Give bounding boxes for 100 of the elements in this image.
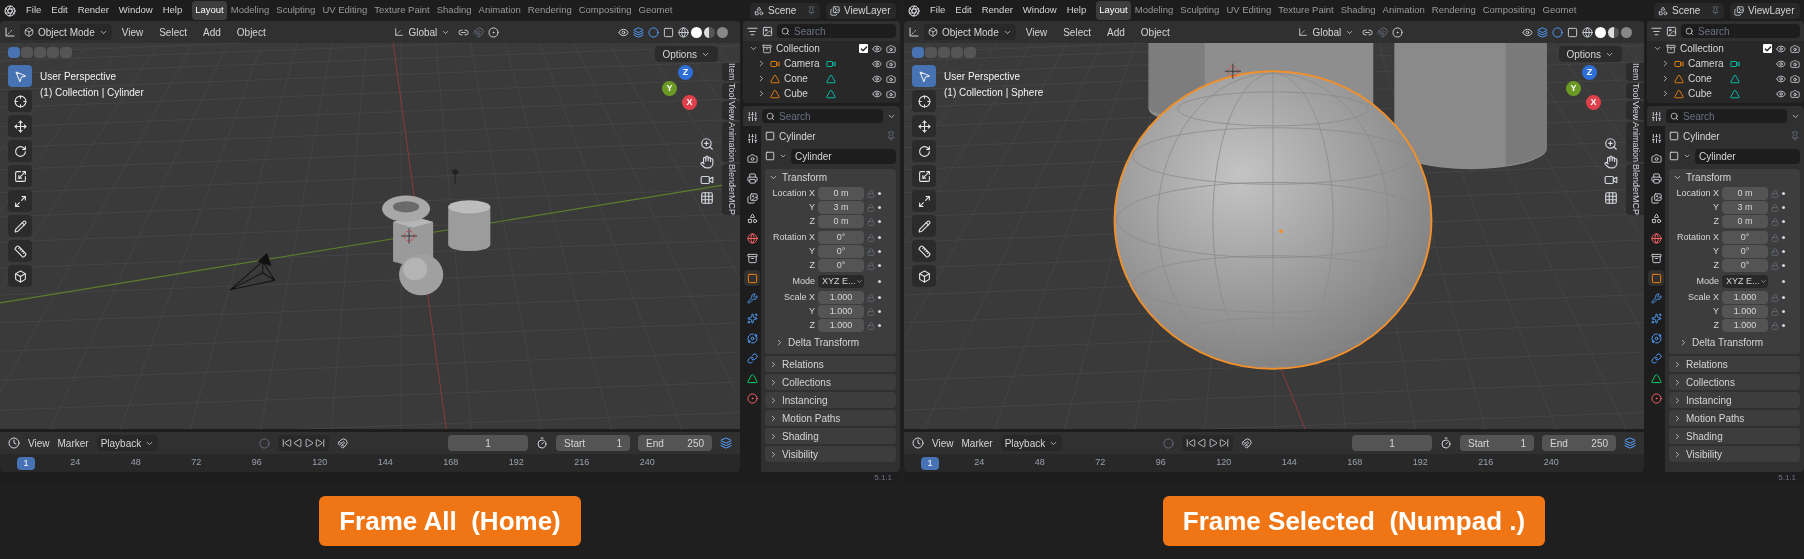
hand-icon[interactable] [700, 155, 714, 169]
properties-tab[interactable] [1648, 330, 1664, 346]
workspace-tab[interactable]: Layout [1096, 1, 1131, 20]
sidebar-tab[interactable]: BlenderMCP [1626, 164, 1644, 216]
menu-item[interactable]: Add [197, 24, 227, 40]
workspace-tab[interactable]: Geomet [635, 1, 676, 20]
number-field[interactable]: 0° [818, 245, 864, 258]
number-field[interactable]: 1.000 [1722, 319, 1768, 332]
panel-header[interactable]: Shading [1669, 428, 1800, 444]
current-frame-marker[interactable]: 1 [921, 456, 939, 470]
outliner-row[interactable]: Cube [743, 86, 900, 101]
tool-button[interactable] [8, 240, 32, 262]
sidebar-tab[interactable]: Item [1626, 63, 1644, 81]
workspace-tab[interactable]: Modeling [227, 1, 273, 20]
view-layer-field[interactable]: ViewLayer [826, 2, 896, 19]
workspace-tab[interactable]: UV Editing [319, 1, 371, 20]
properties-search-field[interactable]: Search [762, 109, 883, 123]
editor-type-icon[interactable] [747, 110, 758, 122]
panel-header[interactable]: Relations [765, 356, 896, 372]
play-reverse-icon[interactable] [292, 438, 303, 448]
menu-item[interactable]: View [1019, 24, 1054, 40]
tool-button[interactable] [8, 265, 32, 287]
menu-item[interactable]: Window [114, 3, 157, 18]
mode-dropdown[interactable]: Object Mode [924, 24, 1016, 40]
workspace-tab[interactable]: Texture Paint [1275, 1, 1337, 20]
datablock-field[interactable]: Cylinder [1695, 148, 1800, 164]
editor-type-icon[interactable] [1651, 110, 1662, 122]
outliner-row[interactable]: Cone [1647, 71, 1804, 86]
panel-header[interactable]: Transform [765, 169, 896, 185]
solid-shading-icon[interactable] [691, 26, 702, 38]
properties-tab[interactable] [1648, 270, 1664, 286]
grid-icon[interactable] [1604, 191, 1618, 205]
sidebar-tab[interactable]: BlenderMCP [722, 164, 740, 216]
panel-header[interactable]: Relations [1669, 356, 1800, 372]
options-button[interactable]: Options [654, 46, 718, 62]
number-field[interactable]: 1.000 [818, 291, 864, 304]
view-layer-field[interactable]: ViewLayer [1730, 2, 1800, 19]
number-field[interactable]: 0° [1722, 231, 1768, 244]
panel-header[interactable]: Collections [1669, 374, 1800, 390]
jump-end-icon[interactable] [1218, 438, 1229, 448]
menu-item[interactable]: View [932, 435, 954, 451]
menu-item[interactable]: Window [1018, 3, 1061, 18]
properties-tab[interactable] [744, 230, 760, 246]
menu-item[interactable]: File [926, 3, 950, 18]
tool-button[interactable] [912, 65, 936, 87]
workspace-tab[interactable]: Rendering [1428, 1, 1479, 20]
outliner-row[interactable]: Cone [743, 71, 900, 86]
panel-header[interactable]: Shading [765, 428, 896, 444]
properties-tab[interactable] [744, 330, 760, 346]
menu-item[interactable]: Marker [57, 435, 89, 451]
outliner-row[interactable]: Camera [1647, 56, 1804, 71]
keying-icon[interactable] [720, 437, 732, 449]
mode-dropdown[interactable]: XYZ E... [1722, 275, 1768, 288]
panel-header[interactable]: Motion Paths [765, 410, 896, 426]
play-icon[interactable] [1207, 438, 1218, 448]
datablock-field[interactable]: Cylinder [791, 148, 896, 164]
visibility-icon[interactable] [1522, 26, 1533, 38]
panel-header[interactable]: Instancing [765, 392, 896, 408]
editor-type-icon[interactable] [747, 25, 758, 37]
editor-type-icon[interactable] [8, 437, 20, 449]
end-frame-field[interactable]: End 250 [638, 435, 712, 451]
properties-tab[interactable] [744, 350, 760, 366]
play-icon[interactable] [303, 438, 314, 448]
menu-item[interactable]: Help [158, 3, 187, 18]
end-frame-field[interactable]: End 250 [1542, 435, 1616, 451]
number-field[interactable]: 1.000 [1722, 305, 1768, 318]
rendered-shading-icon[interactable] [1621, 26, 1632, 38]
menu-item[interactable]: Object [1134, 24, 1176, 40]
properties-tab[interactable] [1648, 170, 1664, 186]
editor-type-icon[interactable] [912, 437, 924, 449]
menu-item[interactable]: Object [230, 24, 272, 40]
wireframe-shading-icon[interactable] [1582, 26, 1593, 38]
orientation-dropdown[interactable]: Global [390, 24, 455, 40]
checkbox[interactable] [859, 44, 868, 53]
menu-item[interactable]: View [28, 435, 50, 451]
number-field[interactable]: 3 m [818, 201, 864, 214]
sidebar-tab[interactable]: Animation [722, 122, 740, 163]
tool-button[interactable] [8, 215, 32, 237]
properties-tab[interactable] [744, 310, 760, 326]
menu-item[interactable]: View [115, 24, 150, 40]
properties-tab[interactable] [1648, 310, 1664, 326]
menu-item[interactable]: Render [977, 3, 1017, 18]
number-field[interactable]: 3 m [1722, 201, 1768, 214]
playback-dropdown[interactable]: Playback [1000, 435, 1063, 451]
solid-shading-icon[interactable] [1595, 26, 1606, 38]
gizmo-axis[interactable]: X [1586, 95, 1601, 110]
scene-field[interactable]: Scene [1654, 2, 1724, 19]
hand-icon[interactable] [1604, 155, 1618, 169]
orientation-dropdown[interactable]: Global [1294, 24, 1359, 40]
material-shading-icon[interactable] [704, 26, 715, 38]
display-mode-icon[interactable] [762, 25, 773, 37]
properties-tab[interactable] [1648, 350, 1664, 366]
start-frame-field[interactable]: Start 1 [556, 435, 630, 451]
zoom-icon[interactable] [1604, 137, 1618, 151]
tool-button[interactable] [8, 90, 32, 112]
number-field[interactable]: 0° [818, 259, 864, 272]
workspace-tab[interactable]: Texture Paint [371, 1, 433, 20]
workspace-tab[interactable]: Animation [1379, 1, 1428, 20]
menu-item[interactable]: Help [1062, 3, 1091, 18]
subpanel-header[interactable]: Delta Transform [765, 335, 896, 350]
